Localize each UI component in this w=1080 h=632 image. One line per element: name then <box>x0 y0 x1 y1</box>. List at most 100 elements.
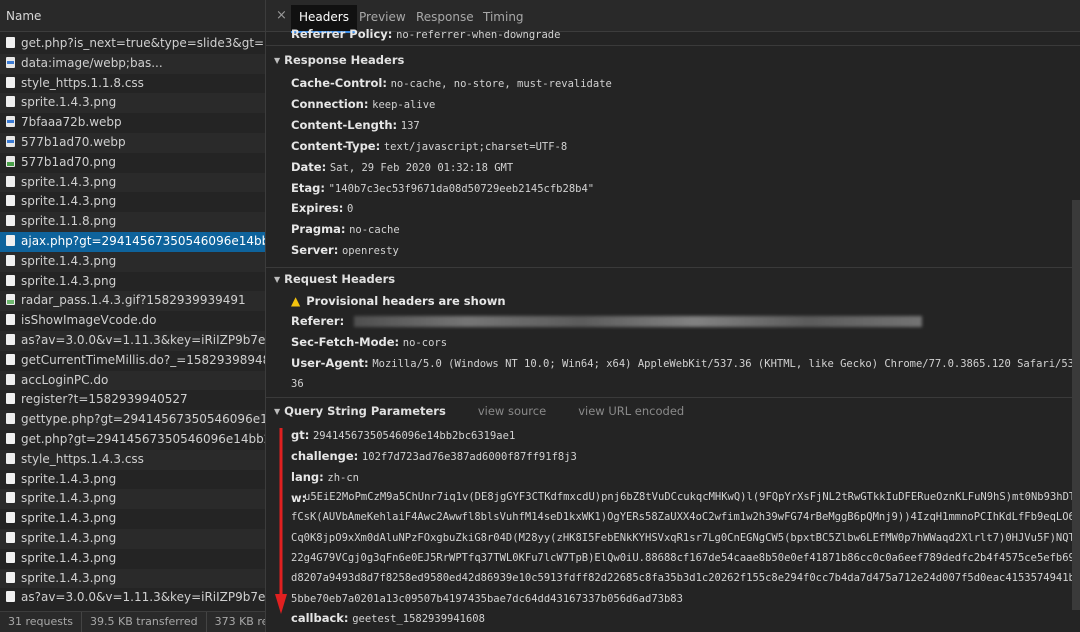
request-name: accLoginPC.do <box>21 372 109 387</box>
request-row[interactable]: sprite.1.1.8.png <box>0 212 265 232</box>
request-name: 7bfaaa72b.webp <box>21 115 122 130</box>
response-header-row: Pragma: no-cache <box>291 222 400 236</box>
network-status-bar: 31 requests39.5 KB transferred 373 KB res… <box>0 611 265 632</box>
view-source-link[interactable]: view source <box>478 404 546 418</box>
request-row[interactable]: register?t=1582939940527 <box>0 390 265 410</box>
response-header-row: Etag: "140b7c3ec53f9671da08d50729eeb2145… <box>291 181 594 195</box>
request-row[interactable]: as?av=3.0.0&v=1.11.3&key=iRiIZP9b7eQ&ref… <box>0 330 265 351</box>
request-row[interactable]: style_https.1.4.3.css <box>0 449 265 470</box>
name-column-header[interactable]: Name <box>0 0 265 32</box>
param-w-line: 22g4G79VCgj0g3qFn6e0EJ5RrWPTfq37TWL0KFu7… <box>291 551 1080 564</box>
request-row[interactable]: 577b1ad70.webp <box>0 132 265 153</box>
request-name: radar_pass.1.4.3.gif?1582939939491 <box>21 293 246 308</box>
request-headers-title: Request Headers <box>284 272 396 286</box>
warning-icon: ▲ <box>291 294 301 308</box>
request-name: isShowImageVcode.do <box>21 313 157 328</box>
request-name: get.php?gt=29414567350546096e14bb2bc63..… <box>21 431 265 446</box>
file-icon <box>6 432 15 444</box>
request-row[interactable]: get.php?is_next=true&type=slide3&gt=2941… <box>0 34 265 54</box>
query-string-section[interactable]: ▼ Query String Parameters view source vie… <box>274 404 684 418</box>
request-name: sprite.1.4.3.png <box>21 471 117 486</box>
request-row[interactable]: sprite.1.4.3.png <box>0 272 265 292</box>
request-row[interactable]: ajax.php?gt=29414567350546096e14bb2bc63 <box>0 231 265 252</box>
user-agent-row-cont: 36 <box>291 376 304 390</box>
header-key: Connection: <box>291 96 369 111</box>
request-row[interactable]: sprite.1.4.3.png <box>0 470 265 490</box>
request-row[interactable]: gettype.php?gt=29414567350546096e14bb2..… <box>0 410 265 430</box>
request-name: sprite.1.4.3.png <box>21 194 117 209</box>
param-gt-key: gt: <box>291 428 310 442</box>
request-row[interactable]: sprite.1.4.3.png <box>0 192 265 212</box>
response-header-row: Server: openresty <box>291 243 399 257</box>
webp-file-icon <box>6 56 15 68</box>
request-row[interactable]: sprite.1.4.3.png <box>0 509 265 529</box>
request-row[interactable]: sprite.1.4.3.png <box>0 528 265 549</box>
view-url-encoded-link[interactable]: view URL encoded <box>578 404 684 418</box>
request-row[interactable]: 577b1ad70.png <box>0 153 265 173</box>
file-icon <box>6 551 15 563</box>
file-icon <box>6 76 15 88</box>
request-row[interactable]: as?av=3.0.0&v=1.11.3&key=iRiIZP9b7eQ&ref… <box>0 588 265 608</box>
param-challenge-value: 102f7d723ad76e387ad6000f87ff91f8j3 <box>361 451 577 463</box>
img-file-icon <box>6 155 15 167</box>
param-gt-value: 29414567350546096e14bb2bc6319ae1 <box>312 430 516 442</box>
triangle-down-icon: ▼ <box>274 56 281 65</box>
request-row[interactable]: sprite.1.4.3.png <box>0 568 265 589</box>
request-name: get.php?is_next=true&type=slide3&gt=2941… <box>21 36 265 50</box>
request-name: getCurrentTimeMillis.do?_=1582939894869 <box>21 352 265 367</box>
param-lang: lang: zh-cn <box>291 470 359 484</box>
divider <box>266 45 1080 46</box>
param-gt: gt: 29414567350546096e14bb2bc6319ae1 <box>291 428 515 442</box>
response-header-row: Connection: keep-alive <box>291 97 435 111</box>
request-row[interactable]: style_https.1.1.8.css <box>0 74 265 94</box>
referrer-policy-key: Referrer Policy: <box>291 27 393 41</box>
header-key: Server: <box>291 243 339 258</box>
request-row[interactable]: 7bfaaa72b.webp <box>0 113 265 133</box>
request-row[interactable]: sprite.1.4.3.png <box>0 489 265 510</box>
request-row[interactable]: get.php?gt=29414567350546096e14bb2bc63..… <box>0 430 265 450</box>
close-icon[interactable]: × <box>276 8 287 23</box>
response-headers-section[interactable]: ▼ Response Headers <box>274 53 404 67</box>
request-row[interactable]: accLoginPC.do <box>0 370 265 391</box>
referrer-policy-value: no-referrer-when-downgrade <box>396 29 561 41</box>
request-headers-section[interactable]: ▼ Request Headers <box>274 272 395 286</box>
sec-fetch-mode-value: no-cors <box>402 337 448 349</box>
response-header-row: Date: Sat, 29 Feb 2020 01:32:18 GMT <box>291 160 513 174</box>
request-name: 577b1ad70.png <box>21 154 117 169</box>
param-w-line: Cq0K8jpO9xXm0dAluNPzFOxgbuZkiG8r04D(M28y… <box>291 531 1075 544</box>
param-callback-key: callback: <box>291 611 349 625</box>
request-name: as?av=3.0.0&v=1.11.3&key=iRiIZP9b7eQ&ref… <box>21 590 265 605</box>
request-row[interactable]: isShowImageVcode.do <box>0 311 265 331</box>
redacted-referer-value <box>353 316 922 327</box>
request-row[interactable]: sprite.1.4.3.png <box>0 251 265 272</box>
request-name: 577b1ad70.webp <box>21 134 126 149</box>
header-value: 137 <box>400 119 420 132</box>
request-row[interactable]: getCurrentTimeMillis.do?_=1582939894869 <box>0 351 265 371</box>
scrollbar[interactable] <box>1072 200 1080 610</box>
user-agent-key: User-Agent: <box>291 356 369 370</box>
request-name: sprite.1.4.3.png <box>21 511 117 526</box>
request-name: style_https.1.1.8.css <box>21 75 144 90</box>
transferred-size: 39.5 KB transferred <box>82 612 207 632</box>
triangle-down-icon: ▼ <box>274 275 281 284</box>
response-header-row: Content-Type: text/javascript;charset=UT… <box>291 139 567 153</box>
header-value: openresty <box>341 245 399 258</box>
response-header-row: Expires: 0 <box>291 201 353 215</box>
request-row[interactable]: sprite.1.4.3.png <box>0 93 265 114</box>
request-name: sprite.1.4.3.png <box>21 550 117 565</box>
param-challenge: challenge: 102f7d723ad76e387ad6000f87ff9… <box>291 449 577 463</box>
request-row[interactable]: data:image/webp;bas... <box>0 53 265 74</box>
request-name: sprite.1.4.3.png <box>21 95 117 110</box>
header-key: Cache-Control: <box>291 76 387 90</box>
request-row[interactable]: sprite.1.4.3.png <box>0 549 265 569</box>
param-lang-value: zh-cn <box>327 472 359 484</box>
file-icon <box>6 512 15 524</box>
param-challenge-key: challenge: <box>291 449 359 463</box>
file-icon <box>6 215 15 227</box>
response-header-row: Content-Length: 137 <box>291 118 420 132</box>
resources-size: 373 KB resou <box>214 615 265 628</box>
request-name: as?av=3.0.0&v=1.11.3&key=iRiIZP9b7eQ&ref… <box>21 332 265 347</box>
request-row[interactable]: sprite.1.4.3.png <box>0 172 265 193</box>
request-row[interactable]: radar_pass.1.4.3.gif?1582939939491 <box>0 291 265 312</box>
file-icon <box>6 413 15 425</box>
